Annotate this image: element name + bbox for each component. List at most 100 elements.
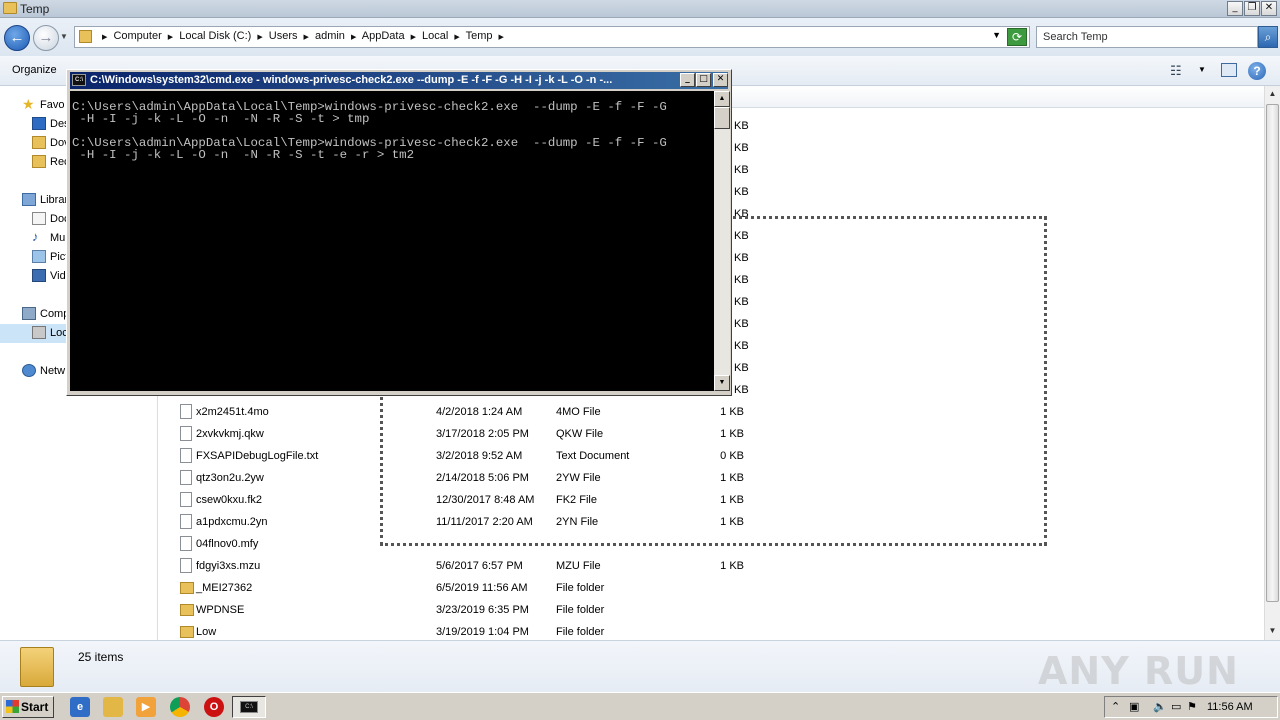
file-row[interactable]: x2m2451t.4mo 4/2/2018 1:24 AM 4MO File 1… [160,401,1264,423]
cmd-title-bar[interactable]: C:\ C:\Windows\system32\cmd.exe - window… [70,72,728,89]
scroll-thumb[interactable] [1266,104,1279,602]
breadcrumb-temp[interactable]: Temp [466,30,493,42]
documents-icon [32,212,46,225]
show-hidden-icons-icon[interactable]: ⌃ [1111,700,1120,713]
explorer-title-bar[interactable]: Temp _ ❐ ✕ [0,0,1280,18]
file-row[interactable]: csew0kxu.fk2 12/30/2017 8:48 AM FK2 File… [160,489,1264,511]
help-icon[interactable]: ? [1248,62,1266,80]
size-cell: KB [734,318,749,330]
size-cell: KB [734,120,749,132]
size-cell: KB [734,296,749,308]
views-icon[interactable]: ☷ [1170,63,1182,79]
file-row[interactable]: 04flnov0.mfy [160,533,1264,555]
file-name: 04flnov0.mfy [196,538,259,550]
scroll-thumb[interactable] [714,107,730,129]
chrome-icon[interactable] [170,697,190,717]
minimize-button[interactable]: _ [1227,1,1243,16]
folder-icon [3,2,17,14]
breadcrumb-local-disk[interactable]: Local Disk (C:) [179,30,251,42]
music-icon: ♪ [32,229,39,244]
file-date: 11/11/2017 2:20 AM [436,516,533,528]
forward-button[interactable]: → [33,25,59,51]
folder-name: _MEI27362 [196,582,253,594]
chevron-right-icon[interactable]: ▶ [304,34,309,41]
window-title: Temp [20,2,50,16]
file-name: a1pdxcmu.2yn [196,516,268,528]
restore-button[interactable]: ❐ [1244,1,1260,16]
file-size: 1 KB [720,406,744,418]
chevron-right-icon[interactable]: ▶ [411,34,416,41]
file-type: MZU File [556,560,601,572]
search-icon[interactable]: ⌕ [1258,26,1278,48]
breadcrumb-users[interactable]: Users [269,30,298,42]
star-icon: ★ [22,96,35,112]
details-pane: 25 items ANY RUN [0,640,1280,693]
chevron-right-icon[interactable]: ▶ [454,34,459,41]
scroll-up-icon[interactable]: ▲ [1265,86,1280,102]
file-size: 1 KB [720,472,744,484]
file-name: csew0kxu.fk2 [196,494,263,506]
system-tray: ⌃ ▣ 🔈 ▭ ⚑ 11:56 AM [1104,696,1278,718]
scroll-down-icon[interactable]: ▼ [1265,623,1280,639]
cmd-maximize-button[interactable]: □ [696,73,711,87]
file-row[interactable]: a1pdxcmu.2yn 11/11/2017 2:20 AM 2YN File… [160,511,1264,533]
folder-row[interactable]: _MEI27362 6/5/2019 11:56 AM File folder [160,577,1264,599]
cmd-window[interactable]: C:\ C:\Windows\system32\cmd.exe - window… [66,69,732,396]
internet-explorer-icon[interactable]: e [70,697,90,717]
chevron-right-icon[interactable]: ▶ [168,34,173,41]
back-button[interactable]: ← [4,25,30,51]
folder-type: File folder [556,582,605,594]
start-button[interactable]: Start [2,696,54,718]
clock[interactable]: 11:56 AM [1207,701,1253,713]
file-type: FK2 File [556,494,597,506]
folder-icon [180,582,194,594]
address-dropdown-icon[interactable]: ▼ [992,30,1001,40]
file-row[interactable]: FXSAPIDebugLogFile.txt 3/2/2018 9:52 AM … [160,445,1264,467]
preview-pane-icon[interactable] [1221,63,1237,77]
cmd-scrollbar[interactable]: ▲ ▼ [714,91,730,391]
display-icon[interactable]: ▭ [1171,700,1181,713]
recent-pages-dropdown[interactable]: ▼ [60,32,70,41]
views-dropdown-icon[interactable]: ▼ [1198,65,1206,74]
breadcrumb-admin[interactable]: admin [315,30,345,42]
folder-row[interactable]: WPDNSE 3/23/2019 6:35 PM File folder [160,599,1264,621]
chevron-right-icon[interactable]: ▶ [257,34,262,41]
cmd-minimize-button[interactable]: _ [680,73,695,87]
media-player-icon[interactable]: ▶ [136,697,156,717]
file-row[interactable]: 2xvkvkmj.qkw 3/17/2018 2:05 PM QKW File … [160,423,1264,445]
explorer-icon[interactable] [103,697,123,717]
cmd-icon: C:\ [72,74,86,86]
scroll-up-icon[interactable]: ▲ [714,91,730,107]
breadcrumb-computer[interactable]: Computer [113,30,161,42]
folder-type: File folder [556,604,605,616]
folder-date: 6/5/2019 11:56 AM [436,582,528,594]
file-type: 2YW File [556,472,601,484]
file-name: x2m2451t.4mo [196,406,269,418]
breadcrumb-appdata[interactable]: AppData [362,30,405,42]
file-row[interactable]: qtz3on2u.2yw 2/14/2018 5:06 PM 2YW File … [160,467,1264,489]
videos-icon [32,269,46,282]
opera-icon[interactable]: O [204,697,224,717]
taskbar: Start e ▶ O C:\ ⌃ ▣ 🔈 ▭ ⚑ 11:56 AM [0,692,1280,720]
file-row[interactable]: fdgyi3xs.mzu 5/6/2017 6:57 PM MZU File 1… [160,555,1264,577]
chevron-right-icon[interactable]: ▶ [351,34,356,41]
refresh-button[interactable]: ⟳ [1007,28,1027,46]
chevron-right-icon[interactable]: ▶ [102,34,107,41]
scroll-down-icon[interactable]: ▼ [714,375,730,391]
volume-icon[interactable]: 🔈 [1153,700,1167,713]
taskbar-cmd-button[interactable]: C:\ [232,696,266,718]
vertical-scrollbar[interactable]: ▲ ▼ [1264,86,1280,640]
address-bar[interactable]: ▶ Computer ▶ Local Disk (C:) ▶ Users ▶ admi… [74,26,1030,48]
search-input[interactable]: Search Temp [1036,26,1258,48]
file-name: FXSAPIDebugLogFile.txt [196,450,319,462]
organize-button[interactable]: Organize [12,64,57,76]
action-center-flag-icon[interactable]: ⚑ [1187,700,1197,713]
text-file-icon [180,448,192,463]
network-icon[interactable]: ▣ [1129,700,1139,713]
breadcrumb-local[interactable]: Local [422,30,448,42]
cmd-console[interactable]: C:\Users\admin\AppData\Local\Temp>window… [70,91,714,391]
file-icon [180,404,192,419]
chevron-right-icon[interactable]: ▶ [499,34,504,41]
close-button[interactable]: ✕ [1261,1,1277,16]
cmd-close-button[interactable]: ✕ [713,73,728,87]
